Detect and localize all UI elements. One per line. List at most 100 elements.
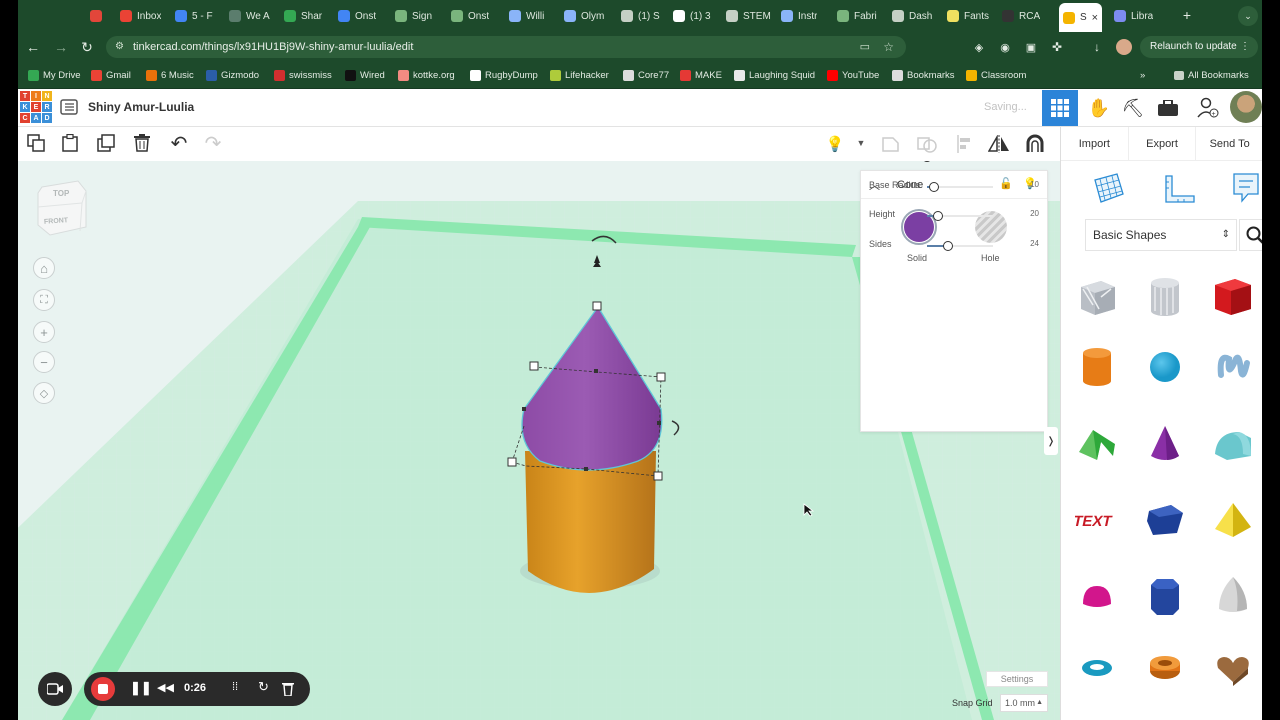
delete-icon[interactable] [132,133,152,153]
duplicate-icon[interactable] [96,133,116,153]
shape-category-select[interactable]: Basic Shapes ⇕ [1085,219,1237,251]
extensions-puzzle-icon[interactable]: ✜ [1048,38,1066,56]
tube-shape[interactable] [1135,634,1195,702]
torus-shape[interactable] [1067,634,1127,702]
workplane-grid-icon[interactable] [1093,171,1125,205]
snap-grid-select[interactable]: 1.0 mm ▲ [1000,694,1048,712]
browser-tab[interactable]: (1) S [621,6,660,26]
property-slider-knob[interactable] [933,211,943,221]
browser-tab[interactable]: Onst [338,6,376,26]
bookmark-item[interactable]: Gmail [91,68,131,82]
bookmark-item[interactable]: kottke.org [398,68,455,82]
chevron-down-icon[interactable]: ▼ [854,135,868,151]
box-shape[interactable] [1203,263,1262,331]
search-shapes-button[interactable] [1239,219,1262,251]
browser-tab[interactable]: RCA [1002,6,1040,26]
bookmark-item[interactable]: Lifehacker [550,68,609,82]
project-name[interactable]: Shiny Amur-Luulia [88,100,194,114]
perspective-icon[interactable]: ◇ [33,382,55,404]
bookmark-item[interactable]: Gizmodo [206,68,259,82]
browser-tab[interactable]: 5 - F [175,6,213,26]
back-icon[interactable]: ← [24,38,42,56]
view-cube[interactable]: TOP FRONT [36,179,88,239]
send-to-button[interactable]: Send To [1196,127,1262,160]
extension-icon[interactable]: ◈ [970,38,988,56]
bookmark-item[interactable]: Laughing Squid [734,68,815,82]
bookmark-star-icon[interactable]: ☆ [883,36,894,58]
cone-shape[interactable] [1135,410,1195,478]
redo-icon[interactable]: ↷ [202,133,224,155]
browser-tab[interactable]: Fabri [837,6,877,26]
prism-shape[interactable] [1135,485,1195,553]
grid-dots-icon[interactable]: ⁞⁞ [232,681,238,693]
heart-shape[interactable] [1203,634,1262,702]
bookmark-item[interactable]: MAKE [680,68,722,82]
briefcase-icon[interactable] [1156,97,1180,119]
paraboloid-shape[interactable] [1203,561,1262,629]
zoom-in-icon[interactable]: + [33,321,55,343]
browser-tab[interactable]: We A [229,6,270,26]
rewind-icon[interactable]: ◀◀ [157,681,174,694]
url-field[interactable]: ⚙ tinkercad.com/things/lx91HU1Bj9W-shiny… [106,36,906,58]
restart-icon[interactable]: ↻ [258,679,269,695]
tab-search-button[interactable]: ⌄ [1238,6,1258,26]
browser-tab[interactable]: Olym [564,6,604,26]
polygon-shape[interactable] [1135,561,1195,629]
box-hole-shape[interactable] [1067,263,1127,331]
roof-shape[interactable] [1067,410,1127,478]
property-slider-knob[interactable] [922,161,932,162]
tinkercad-logo[interactable]: TIN KER CAD [20,91,52,123]
browser-tab[interactable]: S × [1059,3,1103,32]
workplane-viewport[interactable]: TOP FRONT ⌂ ⛶ + − ◇ ︿ Cone 🔓 💡 Solid Hol… [18,161,1060,720]
pyramid-shape[interactable] [1203,485,1262,553]
cast-icon[interactable]: ▭ [860,36,870,58]
sphere-shape[interactable] [1135,333,1195,401]
stop-recording-button[interactable] [91,677,115,701]
browser-tab[interactable]: Willi [509,6,544,26]
minecraft-pickaxe-icon[interactable]: ⛏ [1120,95,1146,121]
browser-tab[interactable]: Inbox [120,6,161,26]
undo-icon[interactable]: ↶ [168,133,190,155]
import-button[interactable]: Import [1061,127,1129,160]
site-info-icon[interactable]: ⚙ [115,36,124,58]
group-icon[interactable] [880,133,902,155]
reload-icon[interactable]: ↻ [78,38,96,56]
3d-design-view-button[interactable] [1042,90,1078,126]
cylinder-hole-shape[interactable] [1135,263,1195,331]
export-button[interactable]: Export [1129,127,1197,160]
notes-light-icon[interactable]: 💡 [824,133,846,155]
extension-badge-icon[interactable]: ◉ [996,38,1014,56]
bookmark-item[interactable]: 6 Music [146,68,194,82]
bookmark-item[interactable]: Classroom [966,68,1026,82]
browser-tab[interactable]: Libra [1114,6,1153,26]
cone-on-cylinder-model[interactable] [478,221,738,621]
notes-icon[interactable] [1231,171,1261,205]
pause-icon[interactable]: ❚❚ [130,680,152,696]
align-icon[interactable] [954,133,976,155]
all-bookmarks-link[interactable]: All Bookmarks [1174,68,1249,82]
new-tab-button[interactable]: + [1178,6,1196,24]
browser-tab[interactable]: Sign [395,6,432,26]
camera-toggle-button[interactable] [38,672,72,706]
more-menu-icon[interactable]: ⋮ [1240,36,1250,58]
extension-red-icon[interactable]: ▣ [1022,38,1040,56]
bookmark-item[interactable]: Bookmarks [892,68,955,82]
ungroup-icon[interactable] [916,133,938,155]
bookmarks-overflow-icon[interactable]: » [1140,68,1145,82]
settings-button[interactable]: Settings [986,671,1048,687]
fit-view-icon[interactable]: ⛶ [33,289,55,311]
bookmark-item[interactable]: Core77 [623,68,669,82]
ruler-icon[interactable] [1161,171,1197,205]
trash-icon[interactable] [282,682,294,696]
property-slider-knob[interactable] [943,241,953,251]
scribble-shape[interactable] [1203,333,1262,401]
home-view-icon[interactable]: ⌂ [33,257,55,279]
browser-tab[interactable]: Instr [781,6,817,26]
round-roof-shape[interactable] [1203,410,1262,478]
bookmark-item[interactable]: Wired [345,68,385,82]
browser-tab[interactable]: (1) 3 [673,6,711,26]
panel-expand-chevron-icon[interactable]: ❭ [1044,427,1058,455]
browser-tab[interactable]: Dash [892,6,932,26]
profile-avatar[interactable] [1116,39,1132,55]
bookmark-item[interactable]: YouTube [827,68,879,82]
